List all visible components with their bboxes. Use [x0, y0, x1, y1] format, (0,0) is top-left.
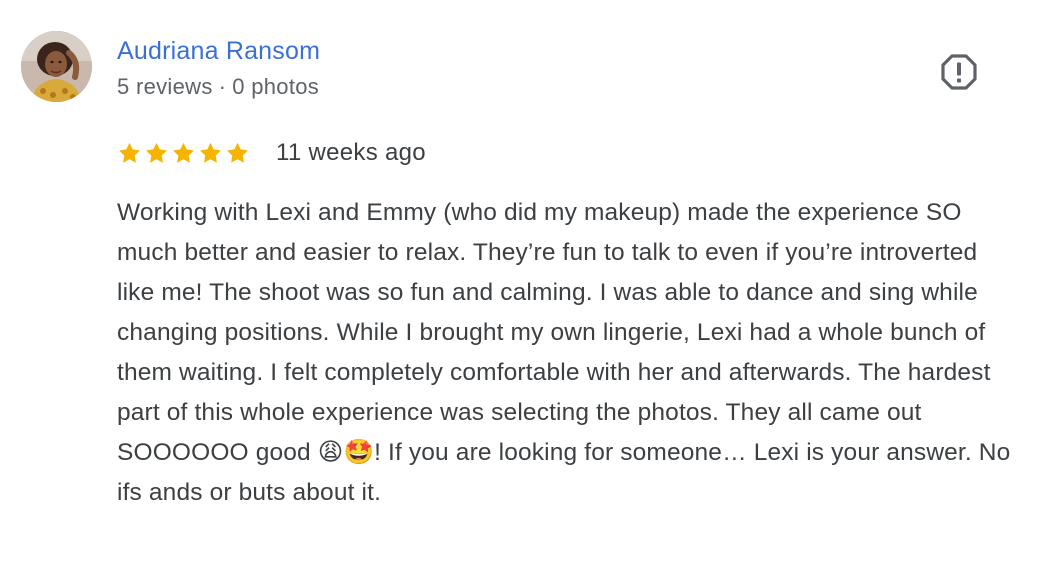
- star-rating: [117, 141, 250, 166]
- star-icon: [200, 142, 221, 163]
- photos-count: 0 photos: [232, 74, 320, 99]
- author-name-link[interactable]: Audriana Ransom: [117, 36, 320, 66]
- star-icon: [227, 142, 248, 163]
- author-meta: 5 reviews · 0 photos: [117, 74, 319, 100]
- star-icon: [173, 142, 194, 163]
- rating-row: 11 weeks ago: [117, 136, 426, 170]
- avatar[interactable]: [21, 31, 92, 102]
- review-card: Audriana Ransom 5 reviews · 0 photos 11 we…: [0, 0, 1038, 570]
- star-icon: [146, 142, 167, 163]
- report-flag-icon: [941, 54, 977, 90]
- report-review-button[interactable]: [940, 53, 978, 91]
- avatar-photo: [21, 31, 92, 102]
- meta-separator: ·: [218, 74, 227, 99]
- reviews-count: 5 reviews: [117, 74, 213, 99]
- review-text: Working with Lexi and Emmy (who did my m…: [117, 199, 1011, 506]
- review-date: 11 weeks ago: [276, 139, 426, 166]
- star-icon: [119, 142, 140, 163]
